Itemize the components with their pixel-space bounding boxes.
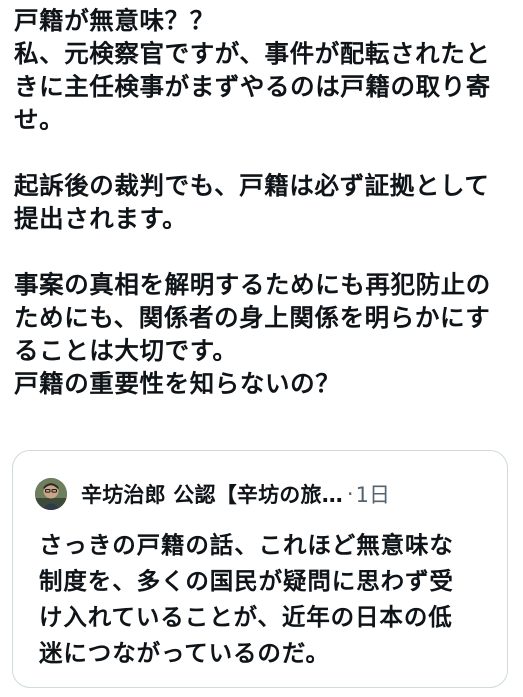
tweet-line: ためにも、関係者の身上関係を明らかにす <box>14 303 491 332</box>
tweet-line: 私、元検察官ですが、事件が配転されたと <box>14 39 491 68</box>
tweet-line: ることは大切です。 <box>14 336 238 365</box>
tweet-line: 事案の真相を解明するためにも再犯防止の <box>14 270 491 299</box>
avatar-icon[interactable] <box>35 478 67 510</box>
tweet-line: せ。 <box>14 105 65 134</box>
tweet-line: 戸籍が無意味？？ <box>14 6 215 35</box>
quoted-line: さっきの戸籍の話、これほど無意味な <box>39 531 454 559</box>
quoted-author-name[interactable]: 辛坊治郎 公認【辛坊の旅… <box>81 479 343 509</box>
quoted-timestamp[interactable]: 1日 <box>356 479 390 509</box>
quoted-line: 迷につながっているのだ。 <box>39 639 330 667</box>
tweet-line: きに主任検事がまずやるのは戸籍の取り寄 <box>14 72 491 101</box>
quoted-line: 制度を、多くの国民が疑問に思わず受 <box>39 567 454 595</box>
tweet-line: 起訴後の裁判でも、戸籍は必ず証拠として <box>14 171 490 200</box>
quoted-tweet-text: さっきの戸籍の話、これほど無意味な 制度を、多くの国民が疑問に思わず受 け入れて… <box>39 527 499 671</box>
quoted-tweet-card[interactable]: 辛坊治郎 公認【辛坊の旅… · 1日 さっきの戸籍の話、これほど無意味な 制度を… <box>12 450 508 688</box>
tweet-text: 戸籍が無意味？？ 私、元検察官ですが、事件が配転されたと きに主任検事がまずやる… <box>14 4 514 400</box>
quoted-line: け入れていることが、近年の日本の低 <box>39 603 453 631</box>
tweet-line: 戸籍の重要性を知らないの？ <box>14 369 341 398</box>
quoted-tweet-header: 辛坊治郎 公認【辛坊の旅… · 1日 <box>35 478 390 510</box>
separator-dot: · <box>346 482 354 506</box>
tweet-line: 提出されます。 <box>14 204 188 233</box>
